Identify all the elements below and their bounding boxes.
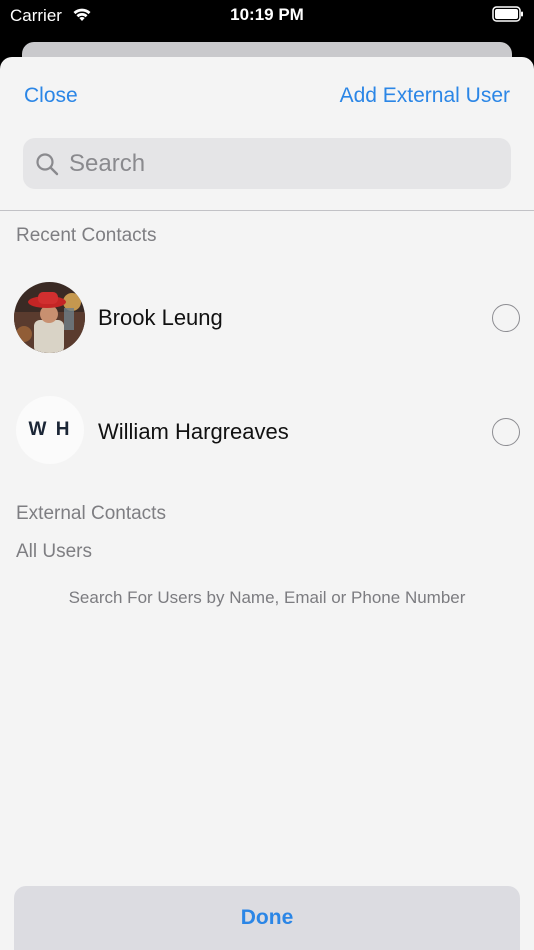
status-bar: Carrier 10:19 PM xyxy=(0,0,534,32)
avatar-photo xyxy=(14,282,85,353)
external-contacts-heading: External Contacts xyxy=(16,503,166,524)
add-external-user-button[interactable]: Add External User xyxy=(340,84,510,108)
search-hint: Search For Users by Name, Email or Phone… xyxy=(68,588,466,607)
contact-name: William Hargreaves xyxy=(98,419,289,444)
divider xyxy=(0,210,534,211)
contact-row-brook-leung[interactable]: Brook Leung xyxy=(0,273,534,363)
search-icon xyxy=(36,152,59,175)
recent-contacts-heading: Recent Contacts xyxy=(16,225,157,246)
avatar xyxy=(14,282,85,353)
clock: 10:19 PM xyxy=(230,5,304,24)
search-input[interactable] xyxy=(69,149,489,178)
avatar-initials: W H xyxy=(16,396,84,464)
contact-picker-sheet: Close Add External User Recent Contacts … xyxy=(0,57,534,950)
select-radio[interactable] xyxy=(492,418,520,446)
close-button[interactable]: Close xyxy=(24,84,78,108)
battery-icon xyxy=(492,6,523,22)
select-radio[interactable] xyxy=(492,304,520,332)
done-button[interactable]: Done xyxy=(14,886,520,950)
all-users-heading: All Users xyxy=(16,541,93,562)
search-bar[interactable] xyxy=(23,138,511,189)
contact-row-william-hargreaves[interactable]: W H William Hargreaves xyxy=(0,387,534,477)
contact-name: Brook Leung xyxy=(98,305,223,330)
